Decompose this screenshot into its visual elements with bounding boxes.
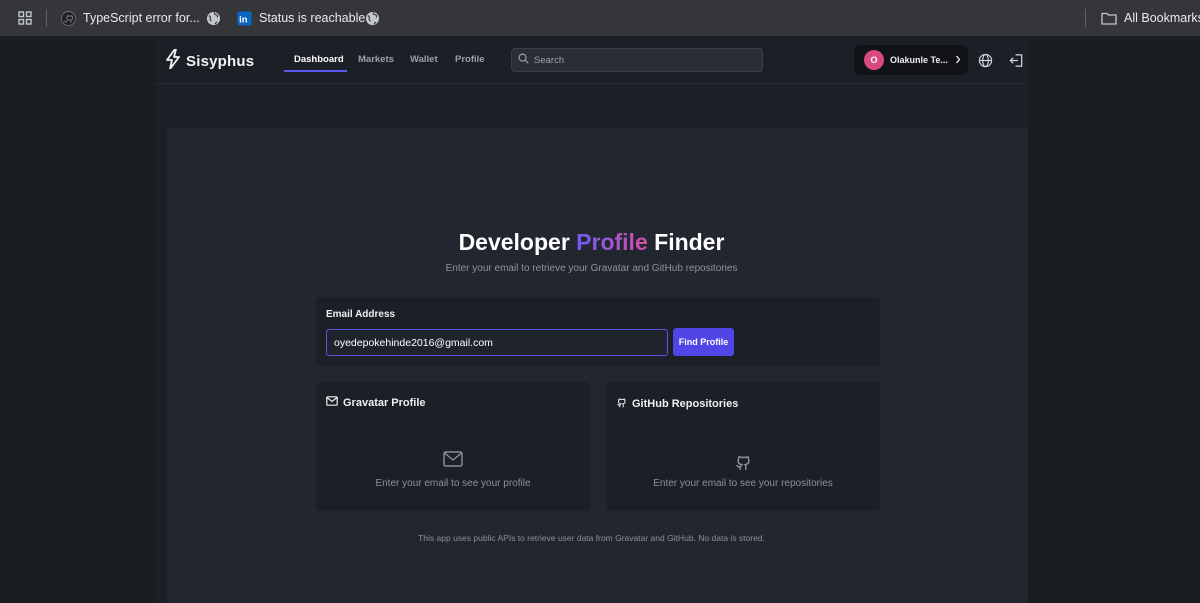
logout-icon[interactable]	[1008, 52, 1024, 68]
linkedin-icon: in	[236, 10, 252, 26]
placeholder-icon	[316, 451, 590, 472]
email-input[interactable]	[326, 329, 668, 356]
top-navbar: Sisyphus Dashboard Markets Wallet Profil…	[155, 36, 1028, 84]
active-nav-indicator	[284, 70, 347, 72]
github-icon	[616, 396, 627, 411]
user-menu-button[interactable]: O Olakunle Te...	[854, 45, 968, 75]
email-label: Email Address	[326, 309, 396, 320]
app-window: Sisyphus Dashboard Markets Wallet Profil…	[155, 36, 1028, 603]
all-bookmarks-button[interactable]: All Bookmarks	[1101, 0, 1200, 36]
card-title: Gravatar Profile	[343, 396, 426, 409]
bookmarks-bar: TypeScript error for... in Status is rea…	[0, 0, 1200, 36]
bookmarks-divider	[1085, 9, 1086, 27]
card-title: GitHub Repositories	[632, 397, 739, 410]
apps-grid-icon[interactable]	[18, 11, 32, 25]
placeholder-icon	[606, 451, 880, 476]
nav-link-wallet[interactable]: Wallet	[410, 54, 438, 65]
nav-link-dashboard[interactable]: Dashboard	[294, 54, 344, 65]
lightning-logo-icon	[165, 48, 181, 74]
bookmark-label: Status is reachable	[259, 11, 366, 25]
nav-link-profile[interactable]: Profile	[455, 54, 485, 65]
avatar: O	[864, 50, 884, 70]
bookmark-label: TypeScript error for...	[83, 11, 200, 25]
brand-name: Sisyphus	[186, 53, 255, 70]
bookmark-status-reachable[interactable]: in Status is reachable	[236, 0, 365, 36]
bookmarks-divider	[46, 9, 47, 27]
mail-icon	[443, 451, 463, 472]
language-globe-icon[interactable]	[977, 52, 993, 68]
chevron-right-icon	[954, 51, 962, 69]
empty-state-text: Enter your email to see your profile	[375, 478, 531, 489]
nav-link-markets[interactable]: Markets	[358, 54, 394, 65]
svg-text:in: in	[239, 14, 248, 24]
find-profile-button[interactable]: Find Profile	[673, 328, 734, 356]
title-part: Finder	[647, 229, 725, 255]
card-header: GitHub Repositories	[616, 396, 738, 411]
gravatar-profile-card: Gravatar Profile Enter your email to see…	[316, 382, 590, 511]
bookmark-globe-2[interactable]	[364, 0, 380, 36]
mail-icon	[326, 396, 338, 409]
globe-icon	[205, 10, 221, 26]
github-icon	[734, 451, 752, 476]
github-repositories-card: GitHub Repositories Enter your email to …	[606, 382, 880, 511]
privacy-note: This app uses public APIs to retrieve us…	[418, 533, 765, 543]
title-part: Developer	[458, 229, 577, 255]
globe-icon	[364, 10, 380, 26]
bookmark-typescript-error[interactable]: TypeScript error for...	[60, 0, 200, 36]
search-icon	[518, 51, 529, 69]
folder-icon	[1101, 10, 1117, 26]
bookmark-globe-1[interactable]	[205, 0, 221, 36]
page-subtitle: Enter your email to retrieve your Gravat…	[445, 263, 738, 274]
brand-logo[interactable]: Sisyphus	[165, 48, 255, 74]
page-title: Developer Profile Finder	[155, 229, 1028, 256]
search-bar	[511, 48, 763, 72]
title-highlight: Profile	[576, 229, 648, 255]
user-name: Olakunle Te...	[890, 55, 948, 65]
card-header: Gravatar Profile	[326, 396, 426, 409]
github-icon	[60, 10, 76, 26]
all-bookmarks-label: All Bookmarks	[1124, 11, 1200, 25]
email-form: Email Address Find Profile	[316, 297, 880, 366]
empty-state-text: Enter your email to see your repositorie…	[653, 478, 833, 489]
search-input[interactable]	[534, 54, 754, 66]
